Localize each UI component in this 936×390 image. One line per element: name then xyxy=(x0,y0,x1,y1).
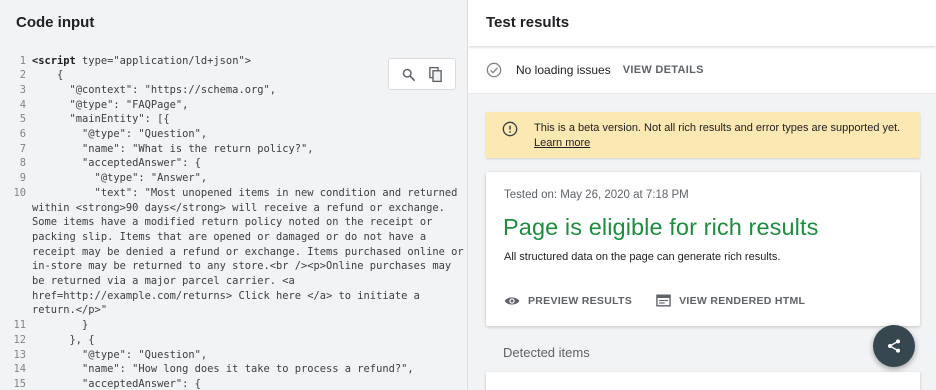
code-text: "acceptedAnswer": { xyxy=(32,377,201,390)
preview-results-button[interactable]: PREVIEW RESULTS xyxy=(504,295,632,307)
code-line: 0be returned via a major parcel carrier.… xyxy=(0,274,467,289)
code-line: 13 "@type": "Question", xyxy=(0,348,467,363)
code-line: 7 "name": "What is the return policy?", xyxy=(0,142,467,157)
code-line: 0return.</p>" xyxy=(0,303,467,318)
learn-more-link[interactable]: Learn more xyxy=(534,137,590,149)
line-number: 9 xyxy=(19,172,26,185)
code-line: 0receipt may be denied a refund or excha… xyxy=(0,245,467,260)
code-text: within <strong>90 days</strong> will rec… xyxy=(32,201,445,214)
loading-status-text: No loading issues xyxy=(516,62,611,77)
code-text: packing slip. Items that are opened or d… xyxy=(32,230,427,243)
line-number: 1 xyxy=(19,54,26,67)
line-number: 4 xyxy=(19,98,26,111)
line-number: 0 xyxy=(0,274,32,289)
code-line: 8 "acceptedAnswer": { xyxy=(0,156,467,171)
line-number: 0 xyxy=(0,289,32,304)
eligibility-headline: Page is eligible for rich results xyxy=(503,214,819,240)
line-number: 13 xyxy=(13,348,26,361)
code-input-panel: Code input 1 <script type="application/ld… xyxy=(0,0,468,390)
result-card: Tested on: May 26, 2020 at 7:18 PM Page … xyxy=(486,172,920,326)
preview-results-label: PREVIEW RESULTS xyxy=(528,294,633,307)
code-line: 10 "text": "Most unopened items in new c… xyxy=(0,186,467,201)
code-text: be returned via a major parcel carrier. … xyxy=(32,275,295,287)
beta-banner-text: This is a beta version. Not all rich res… xyxy=(534,122,901,134)
line-number: 7 xyxy=(19,142,26,155)
code-text: type="application/ld+json"> xyxy=(75,54,251,67)
code-text: "text": "Most unopened items in new cond… xyxy=(32,186,458,199)
line-number: 5 xyxy=(19,113,26,126)
code-line: 0Some items have a modified return polic… xyxy=(0,215,467,230)
line-number: 14 xyxy=(13,363,26,376)
view-details-button[interactable]: VIEW DETAILS xyxy=(623,64,704,76)
code-line: 6 "@type": "Question", xyxy=(0,127,467,142)
code-text: receipt may be denied a refund or exchan… xyxy=(32,245,464,258)
check-circle-icon xyxy=(486,62,502,77)
test-results-panel: Test results No loading issues VIEW DETA… xyxy=(468,0,936,390)
code-text: "@type": "FAQPage", xyxy=(32,98,189,111)
result-actions: PREVIEW RESULTS VIEW RENDERED HTML xyxy=(504,294,829,307)
info-icon xyxy=(502,121,518,137)
code-line: 11 } xyxy=(0,318,467,333)
code-line: 0in-store may be returned to any store.<… xyxy=(0,259,467,274)
code-text: "@type": "Question", xyxy=(32,128,208,140)
browser-window-icon xyxy=(656,294,671,307)
code-text: Some items have a modified return policy… xyxy=(32,216,433,229)
line-number: 6 xyxy=(19,128,26,140)
line-number: 0 xyxy=(0,215,32,230)
beta-banner: This is a beta version. Not all rich res… xyxy=(486,112,920,158)
line-number: 0 xyxy=(0,201,32,216)
code-line: 14 "name": "How long does it take to pro… xyxy=(0,362,467,377)
code-line: 0packing slip. Items that are opened or … xyxy=(0,230,467,245)
share-icon xyxy=(888,339,900,353)
code-line: 12 }, { xyxy=(0,333,467,348)
loading-status-row: No loading issues VIEW DETAILS xyxy=(468,46,936,94)
line-number: 0 xyxy=(0,259,32,274)
code-keyword: <script xyxy=(32,54,76,67)
line-number: 10 xyxy=(13,186,26,199)
code-line: 0href=http://example.com/returns> Click … xyxy=(0,289,467,304)
code-line: 9 "@type": "Answer", xyxy=(0,171,467,186)
detected-items-heading: Detected items xyxy=(503,345,590,360)
code-line: 2 { xyxy=(0,68,467,83)
line-number: 15 xyxy=(13,377,26,390)
line-number: 8 xyxy=(19,157,26,170)
code-line: 0within <strong>90 days</strong> will re… xyxy=(0,201,467,216)
line-number: 0 xyxy=(0,230,32,245)
code-text: href=http://example.com/returns> Click h… xyxy=(32,289,420,302)
line-number: 3 xyxy=(19,83,26,96)
line-number: 0 xyxy=(0,245,32,260)
share-button[interactable] xyxy=(873,325,915,367)
code-text: "@type": "Answer", xyxy=(32,172,208,185)
code-line: 1 <script type="application/ld+json"> xyxy=(0,54,467,69)
code-line: 5 "mainEntity": [{ xyxy=(0,112,467,127)
line-number: 12 xyxy=(13,333,26,346)
detected-items-card[interactable] xyxy=(486,372,920,390)
test-results-title: Test results xyxy=(468,0,936,46)
eye-icon xyxy=(504,297,520,304)
line-number: 11 xyxy=(13,319,26,332)
code-editor[interactable]: 1 <script type="application/ld+json"> 2 {3… xyxy=(0,46,467,390)
code-text: "mainEntity": [{ xyxy=(32,113,170,126)
code-text: { xyxy=(32,69,64,82)
code-text: "name": "How long does it take to proces… xyxy=(32,363,414,376)
code-line: 3 "@context": "https://schema.org", xyxy=(0,83,467,98)
code-text: return.</p>" xyxy=(32,304,108,317)
code-text: in-store may be returned to any store.<b… xyxy=(32,260,452,273)
code-input-title: Code input xyxy=(16,14,95,31)
code-text: "name": "What is the return policy?", xyxy=(32,142,314,155)
line-number: 2 xyxy=(19,69,26,82)
line-number: 0 xyxy=(0,303,32,318)
view-rendered-html-button[interactable]: VIEW RENDERED HTML xyxy=(656,294,805,307)
code-text: }, { xyxy=(32,333,95,346)
code-text: "@type": "Question", xyxy=(32,348,208,361)
tested-on-text: Tested on: May 26, 2020 at 7:18 PM xyxy=(504,189,689,201)
code-text: } xyxy=(32,319,89,332)
code-line: 15 "acceptedAnswer": { xyxy=(0,377,467,390)
code-line: 4 "@type": "FAQPage", xyxy=(0,98,467,113)
view-rendered-html-label: VIEW RENDERED HTML xyxy=(679,294,806,307)
code-text: "acceptedAnswer": { xyxy=(32,157,201,170)
eligibility-subtext: All structured data on the page can gene… xyxy=(504,251,781,263)
code-text: "@context": "https://schema.org", xyxy=(32,83,276,96)
